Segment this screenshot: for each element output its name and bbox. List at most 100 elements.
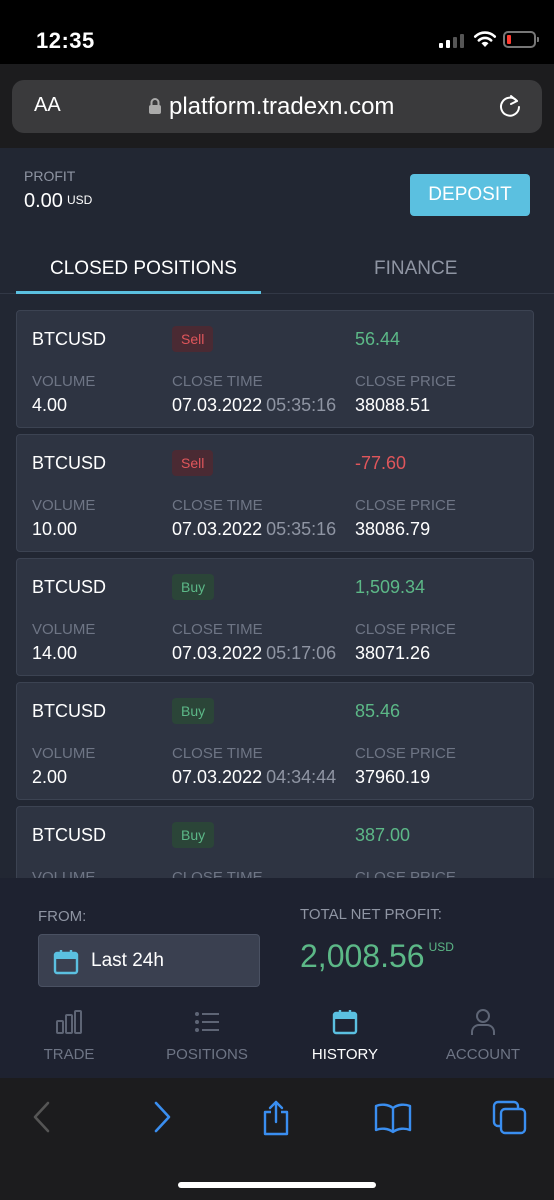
- close-time-label: CLOSE TIME: [172, 497, 263, 514]
- volume-value: 4.00: [32, 395, 68, 415]
- position-card[interactable]: BTCUSD Sell -77.60 VOLUME CLOSE TIME CLO…: [16, 434, 534, 552]
- profit-unit: USD: [66, 193, 93, 207]
- volume-value: 14.00: [32, 643, 78, 663]
- position-profit: 56.44: [355, 329, 401, 349]
- net-profit-label: TOTAL NET PROFIT:: [300, 906, 442, 923]
- bottom-nav: TRADE POSITIONS HISTORY ACCOUNT: [0, 1002, 554, 1078]
- side-badge: Sell: [172, 326, 214, 352]
- close-time-value: 07.03.2022 05:17:06: [172, 643, 336, 664]
- back-icon[interactable]: [30, 1100, 54, 1134]
- close-time: 05:35:16: [266, 395, 337, 415]
- calendar-icon: [53, 950, 79, 975]
- volume-label: VOLUME: [32, 497, 96, 514]
- bar-chart-icon: [56, 1010, 82, 1034]
- tabs-icon[interactable]: [492, 1100, 528, 1136]
- position-symbol: BTCUSD: [32, 577, 107, 597]
- nav-positions[interactable]: POSITIONS: [138, 1002, 276, 1063]
- close-time: 05:35:16: [266, 519, 337, 539]
- position-symbol: BTCUSD: [32, 329, 107, 349]
- close-time-label: CLOSE TIME: [172, 373, 263, 390]
- close-price-value: 38071.26: [355, 643, 431, 663]
- close-time: 04:34:44: [266, 767, 337, 787]
- net-profit-unit: USD: [428, 940, 454, 954]
- close-price-label: CLOSE PRICE: [355, 373, 456, 390]
- nav-account-label: ACCOUNT: [445, 1046, 521, 1063]
- deposit-button[interactable]: DEPOSIT: [410, 174, 530, 216]
- battery-icon: [503, 31, 539, 48]
- nav-history[interactable]: HISTORY: [276, 1002, 414, 1063]
- clock: 12:35: [36, 28, 95, 53]
- position-profit: 1,509.34: [355, 577, 426, 597]
- active-tab-indicator: [16, 291, 261, 294]
- close-time: 05:17:06: [266, 643, 337, 663]
- close-price-label: CLOSE PRICE: [355, 621, 456, 638]
- text-size-button[interactable]: AA: [34, 94, 61, 117]
- close-time-label: CLOSE TIME: [172, 621, 263, 638]
- tab-closed-positions[interactable]: CLOSED POSITIONS: [50, 258, 237, 280]
- volume-value: 2.00: [32, 767, 68, 787]
- tab-bar: CLOSED POSITIONS FINANCE: [0, 244, 554, 294]
- summary-panel: FROM: Last 24h TOTAL NET PROFIT: 2,008.5…: [0, 878, 554, 1078]
- side-badge: Buy: [172, 698, 215, 724]
- tab-finance[interactable]: FINANCE: [374, 258, 457, 280]
- address-bar[interactable]: AA platform.tradexn.com: [12, 80, 542, 133]
- bookmarks-icon[interactable]: [374, 1100, 412, 1134]
- close-date: 07.03.2022: [172, 395, 263, 415]
- lock-icon: [149, 98, 161, 114]
- calendar-icon: [332, 1010, 358, 1035]
- close-time-value: 07.03.2022 05:35:16: [172, 519, 336, 540]
- profit-amount: 0.00: [24, 190, 63, 212]
- nav-trade[interactable]: TRADE: [0, 1002, 138, 1063]
- reload-icon[interactable]: [496, 92, 524, 120]
- history-page: PROFIT 0.00 USD DEPOSIT CLOSED POSITIONS …: [0, 148, 554, 1078]
- side-badge: Buy: [172, 574, 215, 600]
- close-price-label: CLOSE PRICE: [355, 869, 456, 878]
- position-card[interactable]: BTCUSD Sell 56.44 VOLUME CLOSE TIME CLOS…: [16, 310, 534, 428]
- from-label: FROM:: [38, 908, 87, 925]
- position-card[interactable]: BTCUSD Buy 387.00 VOLUME CLOSE TIME CLOS…: [16, 806, 534, 878]
- close-date: 07.03.2022: [172, 519, 263, 539]
- nav-trade-label: TRADE: [43, 1046, 95, 1063]
- volume-label: VOLUME: [32, 621, 96, 638]
- volume-label: VOLUME: [32, 373, 96, 390]
- close-time-value: 07.03.2022 04:34:44: [172, 767, 336, 788]
- position-symbol: BTCUSD: [32, 453, 107, 473]
- user-icon: [471, 1009, 495, 1035]
- volume-value: 10.00: [32, 519, 78, 539]
- wifi-icon: [473, 31, 497, 47]
- close-date: 07.03.2022: [172, 767, 263, 787]
- position-symbol: BTCUSD: [32, 825, 107, 845]
- volume-label: VOLUME: [32, 745, 96, 762]
- period-selector[interactable]: Last 24h: [38, 934, 260, 987]
- url-text: platform.tradexn.com: [169, 93, 395, 120]
- side-badge: Sell: [172, 450, 214, 476]
- nav-history-label: HISTORY: [311, 1046, 379, 1063]
- nav-account[interactable]: ACCOUNT: [414, 1002, 552, 1063]
- net-profit-amount: 2,008.56: [300, 938, 425, 974]
- close-time-label: CLOSE TIME: [172, 745, 263, 762]
- profit-label: PROFIT: [24, 168, 76, 184]
- share-icon[interactable]: [260, 1100, 292, 1136]
- profit-value: 0.00 USD: [24, 190, 92, 213]
- volume-label: VOLUME: [32, 869, 96, 878]
- positions-list[interactable]: BTCUSD Sell 56.44 VOLUME CLOSE TIME CLOS…: [0, 298, 554, 878]
- position-profit: 85.46: [355, 701, 401, 721]
- close-date: 07.03.2022: [172, 643, 263, 663]
- forward-icon[interactable]: [150, 1100, 174, 1134]
- close-price-label: CLOSE PRICE: [355, 745, 456, 762]
- close-price-value: 38088.51: [355, 395, 431, 415]
- position-card[interactable]: BTCUSD Buy 85.46 VOLUME CLOSE TIME CLOSE…: [16, 682, 534, 800]
- close-time-value: 07.03.2022 05:35:16: [172, 395, 336, 416]
- nav-positions-label: POSITIONS: [166, 1046, 248, 1063]
- position-profit: -77.60: [355, 453, 407, 473]
- position-symbol: BTCUSD: [32, 701, 107, 721]
- home-indicator: [178, 1182, 376, 1188]
- list-icon: [195, 1012, 219, 1032]
- period-value: Last 24h: [91, 950, 164, 971]
- close-price-value: 37960.19: [355, 767, 431, 787]
- browser-address-area: AA platform.tradexn.com: [0, 64, 554, 148]
- close-price-label: CLOSE PRICE: [355, 497, 456, 514]
- position-card[interactable]: BTCUSD Buy 1,509.34 VOLUME CLOSE TIME CL…: [16, 558, 534, 676]
- cellular-signal-icon: [439, 32, 464, 48]
- close-price-value: 38086.79: [355, 519, 431, 539]
